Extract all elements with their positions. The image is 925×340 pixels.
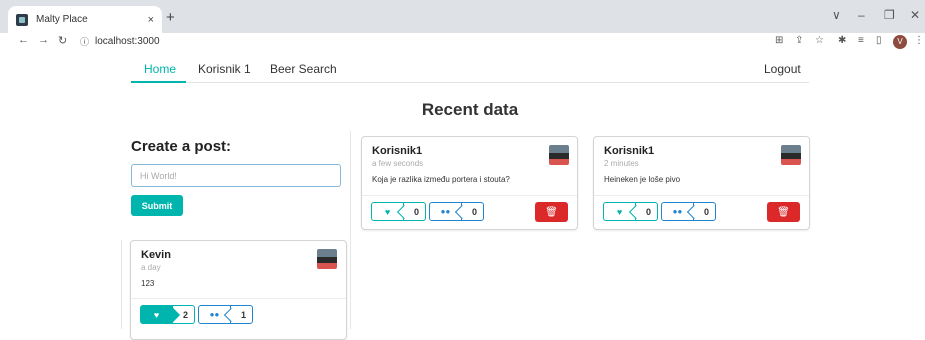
nav-beer-search[interactable]: Beer Search xyxy=(270,62,337,76)
heart-icon: ♥ xyxy=(153,309,160,320)
bookmark-star-icon[interactable]: ☆ xyxy=(815,35,824,46)
nav-korisnik[interactable]: Korisnik 1 xyxy=(198,62,251,76)
column-divider xyxy=(350,131,351,329)
nav-home[interactable]: Home xyxy=(144,62,176,76)
author-avatar xyxy=(549,145,569,165)
comment-button[interactable]: ●● xyxy=(429,202,462,221)
profile-avatar[interactable]: V xyxy=(893,35,907,49)
comments-icon: ●● xyxy=(209,310,220,319)
post-time: a few seconds xyxy=(372,159,424,168)
nav-logout[interactable]: Logout xyxy=(764,62,801,76)
submit-button[interactable]: Submit xyxy=(131,195,183,216)
trash-icon: 🗑 xyxy=(545,206,558,218)
new-tab-icon[interactable]: + xyxy=(166,9,175,26)
card-divider xyxy=(594,195,809,196)
app-menu: Home Korisnik 1 Beer Search Logout xyxy=(131,56,809,83)
page-title: Recent data xyxy=(421,100,519,119)
browser-tab[interactable]: Malty Place × xyxy=(8,6,162,33)
post-author: Korisnik1 xyxy=(604,145,655,157)
trash-icon: 🗑 xyxy=(777,206,790,218)
post-text: Koja je razlika između portera i stouta? xyxy=(372,175,510,184)
reading-list-icon[interactable]: ≡ xyxy=(858,35,864,46)
heart-icon: ♥ xyxy=(616,206,623,217)
post-card: Korisnik1 2 minutes Heineken je loše piv… xyxy=(593,136,810,230)
comments-icon: ●● xyxy=(440,207,451,216)
like-button[interactable]: ♥ xyxy=(371,202,404,221)
restore-icon[interactable]: ❐ xyxy=(884,8,895,22)
share-icon[interactable]: ⇪ xyxy=(795,35,803,46)
site-favicon-icon xyxy=(16,13,28,26)
site-info-icon[interactable]: ⓘ xyxy=(80,35,89,48)
forward-arrow-icon[interactable]: → xyxy=(38,34,49,46)
card-divider xyxy=(131,298,346,299)
post-author: Korisnik1 xyxy=(372,145,423,157)
post-text: Heineken je loše pivo xyxy=(604,175,681,184)
post-card: Kevin a day 123 ♥ 2 ●● 1 xyxy=(130,240,347,340)
tab-close-icon[interactable]: × xyxy=(148,14,154,26)
tab-title: Malty Place xyxy=(36,14,88,25)
like-group: ♥ 0 ●● 0 xyxy=(603,202,716,221)
heart-icon: ♥ xyxy=(384,206,391,217)
comment-button[interactable]: ●● xyxy=(661,202,694,221)
like-button[interactable]: ♥ xyxy=(140,305,173,324)
card-divider xyxy=(362,195,577,196)
author-avatar xyxy=(781,145,801,165)
browser-tab-bar: Malty Place × + ∨ – ❐ ✕ xyxy=(0,0,925,33)
post-text: 123 xyxy=(141,279,155,288)
minimize-icon[interactable]: – xyxy=(858,8,865,22)
like-group: ♥ 0 ●● 0 xyxy=(371,202,484,221)
author-avatar xyxy=(317,249,337,269)
url-field[interactable]: ⓘ localhost:3000 xyxy=(80,35,160,48)
post-time: a day xyxy=(141,263,161,272)
back-arrow-icon[interactable]: ← xyxy=(18,34,29,46)
side-panel-icon[interactable]: ▯ xyxy=(876,35,882,46)
post-time: 2 minutes xyxy=(604,159,639,168)
reload-icon[interactable]: ↻ xyxy=(58,34,67,47)
post-card: Korisnik1 a few seconds Koja je razlika … xyxy=(361,136,578,230)
menu-kebab-icon[interactable]: ⋮ xyxy=(914,35,924,46)
delete-button[interactable]: 🗑 xyxy=(767,202,800,222)
translate-icon[interactable]: ⊞ xyxy=(775,35,783,46)
delete-button[interactable]: 🗑 xyxy=(535,202,568,222)
post-input[interactable] xyxy=(131,164,341,187)
column-divider xyxy=(121,240,122,329)
tab-search-chevron-icon[interactable]: ∨ xyxy=(832,8,841,22)
create-post-label: Create a post: xyxy=(131,138,232,155)
address-bar: ← → ↻ ⓘ localhost:3000 ⊞ ⇪ ☆ ✱ ≡ ▯ ⋮ xyxy=(0,33,925,51)
like-group: ♥ 2 ●● 1 xyxy=(140,305,253,324)
like-button[interactable]: ♥ xyxy=(603,202,636,221)
active-nav-indicator xyxy=(131,81,186,83)
window-close-icon[interactable]: ✕ xyxy=(910,8,920,22)
url-text: localhost:3000 xyxy=(95,36,160,47)
comments-icon: ●● xyxy=(672,207,683,216)
extensions-icon[interactable]: ✱ xyxy=(838,35,846,46)
comment-button[interactable]: ●● xyxy=(198,305,231,324)
post-author: Kevin xyxy=(141,249,171,261)
